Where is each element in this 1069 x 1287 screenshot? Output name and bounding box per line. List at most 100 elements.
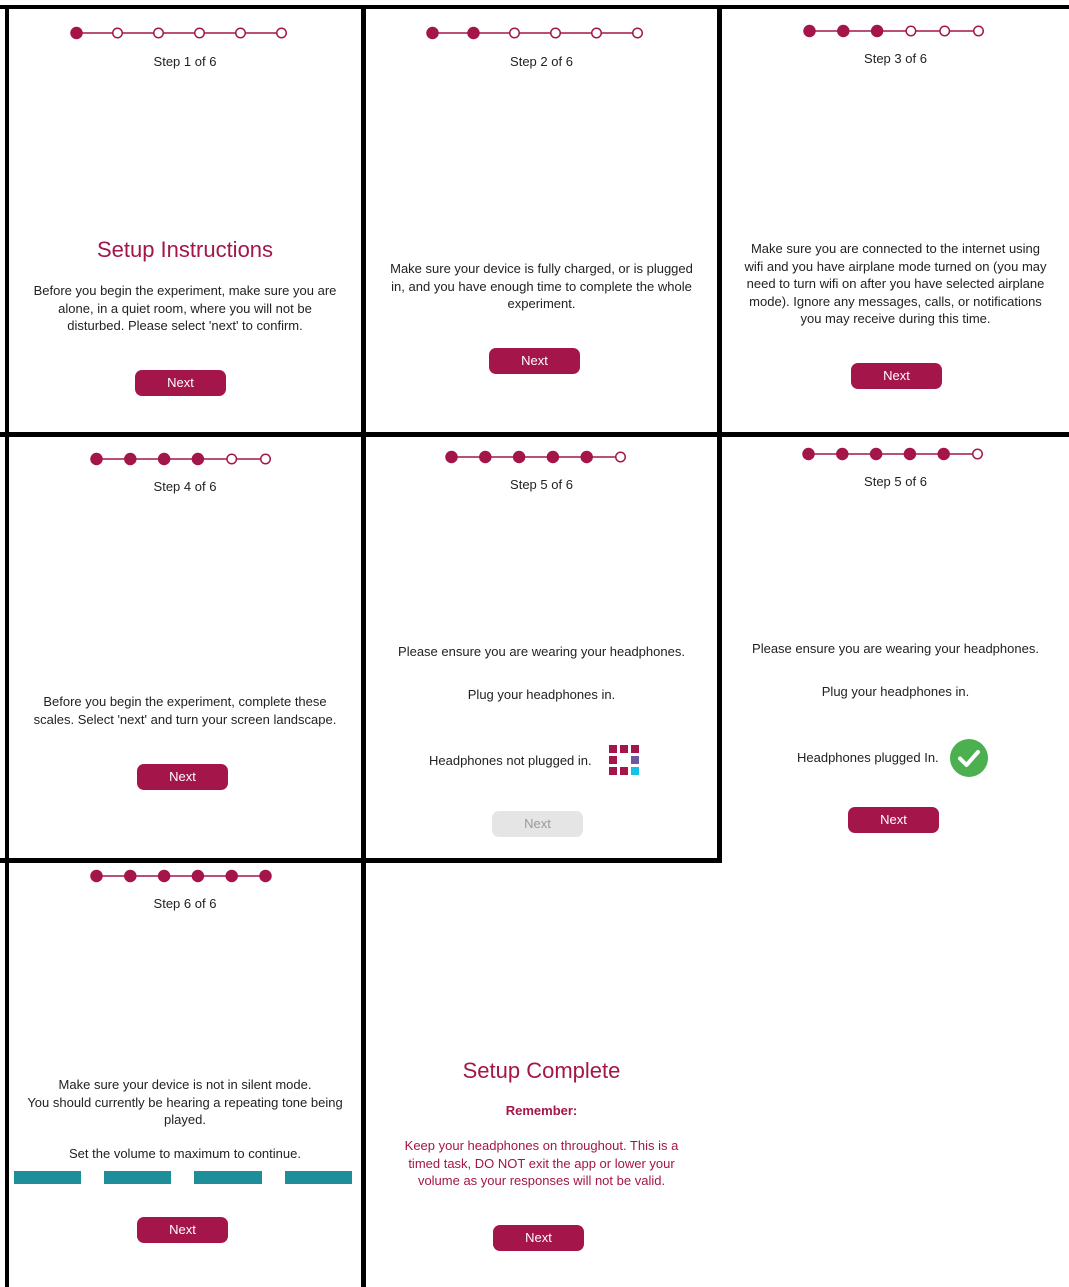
step-dot-pending: [226, 453, 238, 465]
panel-step-4: Step 4 of 6 Before you begin the experim…: [9, 437, 361, 858]
step-progress: [90, 452, 271, 466]
panel-step-3: Step 3 of 6 Make sure you are connected …: [722, 9, 1069, 432]
step-progress: [803, 24, 984, 38]
panel-step-5-plugged: Step 5 of 6 Please ensure you are wearin…: [722, 437, 1069, 858]
step-label: Step 5 of 6: [510, 477, 573, 492]
instructions-line: You should currently be hearing a repeat…: [27, 1094, 343, 1110]
step-dot-pending: [194, 27, 205, 39]
step-dot-complete: [479, 450, 492, 464]
step-dot-complete: [90, 869, 103, 883]
headphones-status: Headphones not plugged in.: [429, 753, 592, 768]
check-circle-icon: [949, 738, 989, 778]
volume-segment: [14, 1171, 81, 1184]
step-dot-pending: [509, 27, 520, 39]
headphones-status: Headphones plugged In.: [797, 750, 939, 765]
instructions-line: Before you begin the experiment, make su…: [33, 283, 337, 298]
instructions-text: Make sure your device is fully charged, …: [366, 260, 717, 313]
step-dot-pending: [153, 27, 164, 39]
step-label: Step 1 of 6: [153, 54, 217, 69]
instructions-line: you may receive during this time.: [800, 311, 991, 326]
step-progress: [802, 447, 983, 461]
instructions-line: played.: [164, 1112, 206, 1127]
step-dot-pending: [235, 27, 246, 39]
empty-panel: [722, 863, 1069, 1287]
step-dot-complete: [903, 447, 917, 461]
reminder-text: Keep your headphones on throughout. This…: [366, 1137, 717, 1190]
next-button[interactable]: Next: [135, 370, 226, 396]
plug-instruction: Plug your headphones in.: [821, 684, 970, 699]
step-dot-complete: [869, 447, 883, 461]
plug-instruction: Plug your headphones in.: [467, 687, 616, 702]
volume-instruction: Set the volume to maximum to continue.: [69, 1146, 301, 1161]
next-button[interactable]: Next: [137, 764, 228, 790]
step-dot-complete: [124, 869, 137, 883]
setup-complete-title: Setup Complete: [462, 1058, 621, 1083]
step-dot-pending: [260, 453, 271, 465]
volume-segment: [285, 1171, 352, 1184]
instructions-line: Make sure your device is not in silent m…: [58, 1077, 312, 1092]
step-dot-pending: [112, 27, 123, 39]
step-dot-pending: [591, 27, 602, 39]
step-dot-pending: [973, 25, 984, 37]
step-dot-complete: [467, 26, 480, 40]
instructions-line: Before you begin the experiment, complet…: [43, 694, 327, 709]
setup-instructions-title: Setup Instructions: [96, 237, 274, 262]
instructions-line: scales. Select 'next' and turn your scre…: [33, 711, 337, 727]
instructions-line: alone, in a quiet room, where you will n…: [58, 300, 312, 316]
next-button[interactable]: Next: [489, 348, 580, 374]
headphones-instruction: Please ensure you are wearing your headp…: [752, 641, 1039, 656]
instructions-line: Make sure your device is fully charged, …: [390, 261, 693, 276]
step-dot-pending: [939, 25, 951, 37]
next-button[interactable]: Next: [137, 1217, 228, 1243]
step-dot-pending: [615, 451, 626, 463]
step-dot-complete: [157, 452, 171, 466]
instructions-line: need to turn wifi on after you have sele…: [746, 276, 1045, 291]
step-dot-complete: [191, 869, 205, 883]
volume-segment: [194, 1171, 262, 1184]
instructions-line: wifi and you have airplane mode turned o…: [744, 258, 1047, 274]
step-dot-complete: [837, 24, 850, 38]
instructions-text: Before you begin the experiment, complet…: [9, 693, 361, 728]
step-dot-pending: [632, 27, 643, 39]
step-dot-complete: [426, 26, 439, 40]
panel-step-5-not-plugged: Step 5 of 6 Please ensure you are wearin…: [366, 437, 717, 858]
step-dot-complete: [580, 450, 593, 464]
remember-label: Remember:: [505, 1103, 578, 1118]
step-dot-complete: [546, 450, 560, 464]
step-dot-complete: [124, 452, 137, 466]
step-label: Step 6 of 6: [153, 896, 217, 911]
next-button[interactable]: Next: [851, 363, 942, 389]
step-dot-complete: [259, 869, 272, 883]
next-button[interactable]: Next: [493, 1225, 584, 1251]
step-dot-complete: [70, 26, 83, 40]
step-progress: [426, 26, 643, 40]
instructions-line: mode). Ignore any messages, calls, or no…: [749, 293, 1042, 309]
step-progress: [90, 869, 272, 883]
instructions-text: Before you begin the experiment, make su…: [9, 282, 361, 335]
next-button-disabled[interactable]: Next: [492, 811, 583, 837]
instructions-text: Make sure you are connected to the inter…: [722, 240, 1069, 328]
next-button[interactable]: Next: [848, 807, 939, 833]
step-dot-pending: [550, 27, 561, 39]
panel-setup-complete: Setup Complete Remember: Keep your headp…: [366, 863, 717, 1287]
panel-step-2: Step 2 of 6 Make sure your device is ful…: [366, 9, 717, 432]
step-dot-complete: [225, 869, 238, 883]
reminder-line: Keep your headphones on throughout. This…: [404, 1138, 679, 1153]
step-dot-complete: [870, 24, 884, 38]
step-dot-pending: [276, 27, 287, 39]
silent-mode-text: Make sure your device is not in silent m…: [9, 1076, 361, 1129]
step-dot-pending: [972, 448, 983, 460]
headphones-instruction: Please ensure you are wearing your headp…: [398, 644, 685, 659]
step-label: Step 4 of 6: [153, 479, 217, 494]
instructions-line: Make sure you are connected to the inter…: [750, 241, 1041, 256]
step-dot-complete: [512, 450, 526, 464]
step-dot-complete: [157, 869, 171, 883]
step-label: Step 3 of 6: [864, 51, 927, 66]
step-dot-complete: [937, 447, 950, 461]
instructions-line: disturbed. Please select 'next' to confi…: [67, 318, 303, 333]
volume-indicator: [9, 1171, 361, 1186]
instructions-line: in, and you have enough time to complete…: [391, 278, 692, 294]
step-dot-complete: [191, 452, 205, 466]
step-label: Step 2 of 6: [510, 54, 573, 69]
step-dot-complete: [803, 24, 816, 38]
